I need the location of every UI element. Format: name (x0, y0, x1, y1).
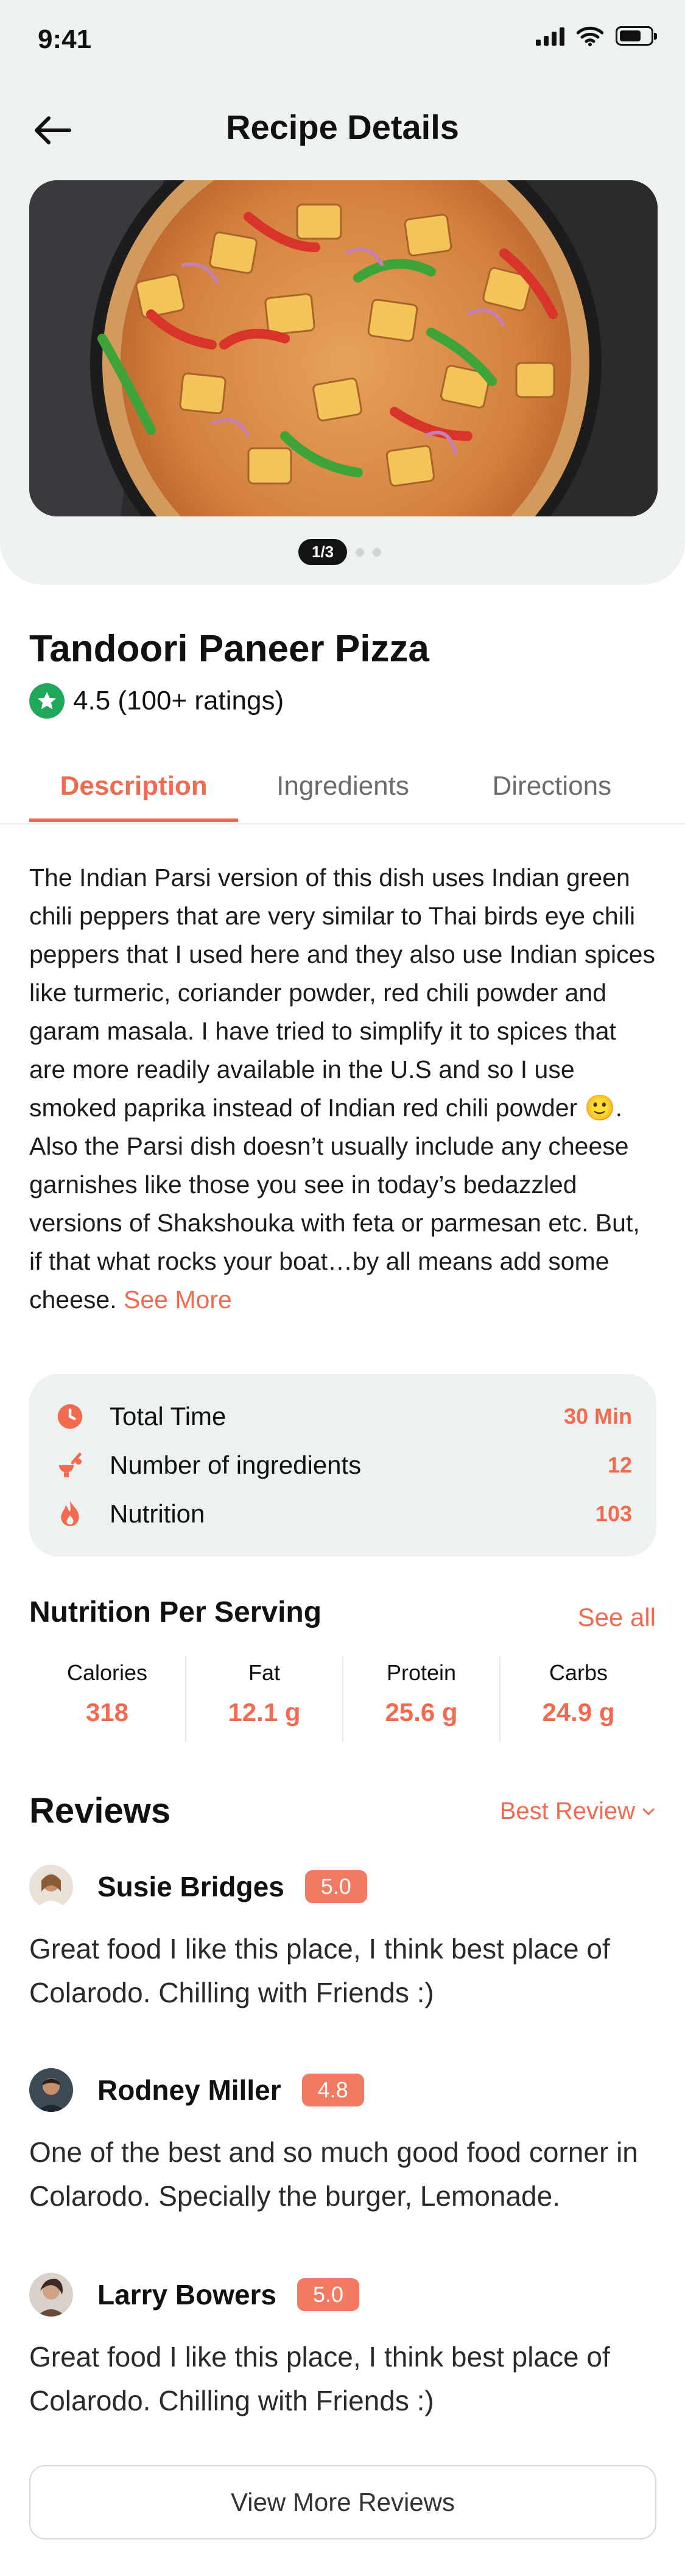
review-sort-dropdown[interactable]: Best Review (500, 1798, 656, 1825)
pager-dot[interactable] (373, 547, 382, 557)
ingredients-icon (54, 1449, 86, 1482)
tab-description[interactable]: Description (29, 761, 239, 822)
view-more-reviews-button[interactable]: View More Reviews (29, 2465, 656, 2539)
nutrition-title: Nutrition Per Serving (29, 1596, 322, 1628)
info-value: 12 (607, 1452, 632, 1477)
review-item: Larry Bowers 5.0 Great food I like this … (29, 2273, 656, 2423)
gallery-counter: 1/3 (298, 539, 348, 565)
cellular-signal-icon (536, 26, 564, 46)
star-icon (29, 683, 65, 719)
nutrition-value: 318 (85, 1698, 129, 1726)
flame-icon (54, 1497, 86, 1530)
review-item: Rodney Miller 4.8 One of the best and so… (29, 2068, 656, 2218)
info-value: 103 (595, 1501, 632, 1526)
nutrition-label: Calories (66, 1660, 148, 1685)
review-score-badge: 5.0 (304, 1870, 367, 1903)
nutrition-item-fat: Fat 12.1 g (186, 1656, 343, 1742)
reviewer-name: Larry Bowers (97, 2279, 277, 2310)
tab-bar: Description Ingredients Directions (29, 761, 656, 822)
avatar (29, 2273, 73, 2317)
nutrition-item-calories: Calories 318 (29, 1656, 186, 1742)
info-row-ingredients: Number of ingredients 12 (54, 1441, 632, 1490)
description-body: The Indian Parsi version of this dish us… (29, 864, 655, 1314)
clock-icon (54, 1400, 86, 1433)
see-more-link[interactable]: See More (124, 1286, 232, 1314)
info-row-total-time: Total Time 30 Min (54, 1392, 632, 1441)
nutrition-value: 25.6 g (385, 1698, 458, 1726)
rating-text: 4.5 (100+ ratings) (73, 686, 284, 716)
nutrition-item-carbs: Carbs 24.9 g (501, 1656, 656, 1742)
recipe-image[interactable] (29, 180, 658, 516)
info-value: 30 Min (563, 1404, 632, 1429)
avatar (29, 1865, 73, 1909)
reviews-title: Reviews (29, 1791, 171, 1831)
wifi-icon (577, 26, 603, 46)
status-icons (536, 26, 657, 46)
tabs-divider (0, 823, 685, 825)
status-time: 9:41 (38, 24, 92, 54)
review-text: Great food I like this place, I think be… (29, 1933, 610, 2008)
gallery-pager: 1/3 (298, 539, 382, 565)
nutrition-grid: Calories 318 Fat 12.1 g Protein 25.6 g C… (29, 1656, 656, 1742)
rating: 4.5 (100+ ratings) (29, 683, 284, 719)
info-row-nutrition: Nutrition 103 (54, 1490, 632, 1538)
review-sort-label: Best Review (499, 1798, 635, 1825)
see-all-link[interactable]: See all (578, 1603, 656, 1632)
nutrition-value: 12.1 g (228, 1698, 301, 1726)
review-score-badge: 5.0 (297, 2278, 360, 2311)
nutrition-label: Fat (248, 1660, 280, 1685)
recipe-title: Tandoori Paneer Pizza (29, 628, 429, 670)
battery-icon (616, 26, 657, 46)
tab-directions[interactable]: Directions (448, 761, 656, 822)
review-item: Susie Bridges 5.0 Great food I like this… (29, 1865, 656, 2015)
info-label: Number of ingredients (110, 1451, 362, 1479)
nutrition-label: Carbs (549, 1660, 608, 1685)
info-label: Total Time (110, 1402, 227, 1431)
chevron-down-icon (642, 1808, 655, 1815)
nutrition-item-protein: Protein 25.6 g (343, 1656, 501, 1742)
recipe-info-card: Total Time 30 Min Number of ingredients … (29, 1374, 656, 1557)
info-label: Nutrition (110, 1499, 205, 1528)
review-text: Great food I like this place, I think be… (29, 2341, 610, 2416)
description-text: The Indian Parsi version of this dish us… (29, 859, 656, 1319)
review-text: One of the best and so much good food co… (29, 2136, 638, 2212)
reviewer-name: Rodney Miller (97, 2074, 281, 2106)
nutrition-value: 24.9 g (542, 1698, 615, 1726)
avatar (29, 2068, 73, 2112)
page-title: Recipe Details (226, 108, 459, 146)
tab-ingredients[interactable]: Ingredients (238, 761, 447, 822)
nutrition-label: Protein (386, 1660, 457, 1685)
reviewer-name: Susie Bridges (97, 1871, 284, 1902)
review-score-badge: 4.8 (301, 2074, 364, 2106)
pager-dot[interactable] (356, 547, 365, 557)
